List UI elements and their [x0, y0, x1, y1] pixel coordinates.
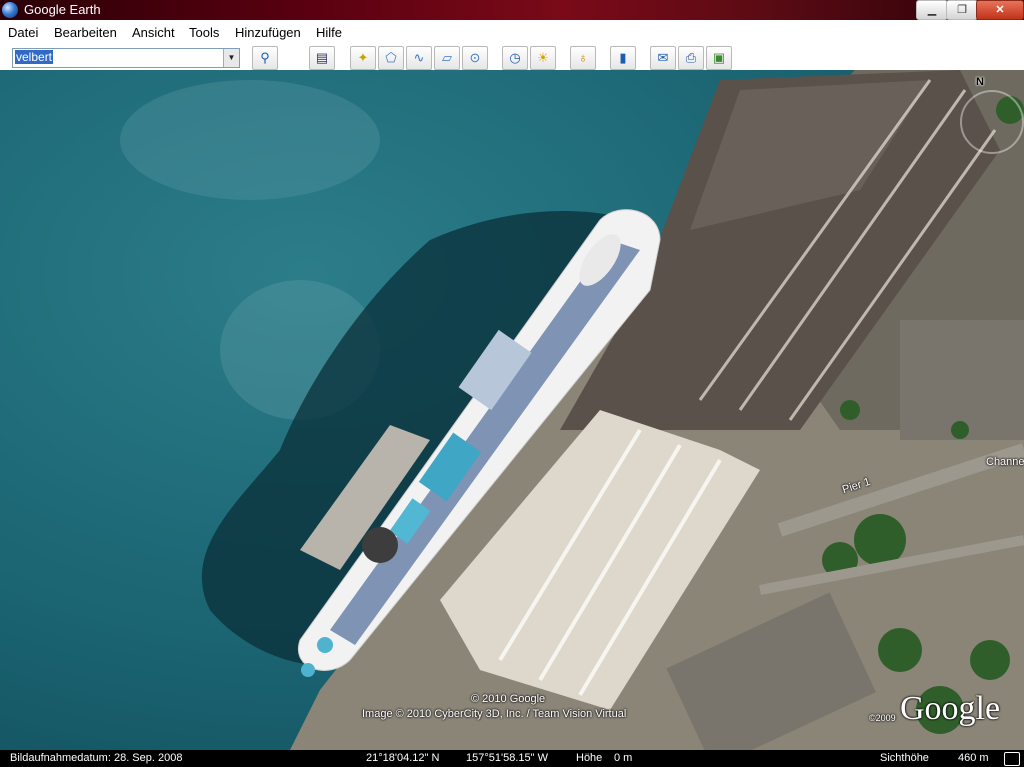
- sidebar-icon: ▤: [315, 50, 329, 65]
- menu-hilfe[interactable]: Hilfe: [316, 25, 342, 40]
- planet-icon: ♁: [578, 50, 588, 65]
- menu-hinzufuegen[interactable]: Hinzufügen: [235, 25, 301, 40]
- menu-tools[interactable]: Tools: [189, 25, 219, 40]
- search-dropdown-arrow[interactable]: ▼: [223, 49, 239, 67]
- latitude-readout: 21°18'04.12" N: [366, 752, 440, 764]
- maximize-button[interactable]: ❐: [946, 0, 978, 20]
- sidebar-toggle-button[interactable]: ▤: [309, 46, 335, 70]
- ruler-button[interactable]: ▮: [610, 46, 636, 70]
- print-button[interactable]: ⎙: [678, 46, 704, 70]
- google-earth-icon: [2, 2, 18, 18]
- streaming-indicator: [1004, 752, 1020, 766]
- ruler-icon: ▮: [619, 50, 627, 65]
- add-placemark-button[interactable]: ✦: [350, 46, 376, 70]
- printer-icon: ⎙: [685, 50, 697, 65]
- toolbar: velbert ▼ ⚲ ▤ ✦ ⬠ ∿ ▱ ⊙ ◷ ☀ ♁ ▮ ✉ ⎙ ▣: [0, 44, 1024, 71]
- search-input[interactable]: velbert ▼: [12, 48, 240, 68]
- magnifier-icon: ⚲: [260, 50, 270, 65]
- sunlight-button[interactable]: ☀: [530, 46, 556, 70]
- menu-bar: Datei Bearbeiten Ansicht Tools Hinzufüge…: [0, 20, 1024, 44]
- imagery-date: Bildaufnahmedatum: 28. Sep. 2008: [10, 752, 183, 764]
- path-icon: ∿: [413, 50, 425, 65]
- window-title: Google Earth: [24, 2, 101, 17]
- image-overlay-icon: ▱: [442, 50, 452, 65]
- historical-imagery-button[interactable]: ◷: [502, 46, 528, 70]
- menu-bearbeiten[interactable]: Bearbeiten: [54, 25, 117, 40]
- map-view[interactable]: N Channe Pier 1 © 2010 Google Image © 20…: [0, 70, 1024, 750]
- eye-altitude-label: Sichthöhe: [880, 752, 929, 764]
- elevation-label: Höhe: [576, 752, 603, 764]
- north-indicator[interactable]: N: [976, 76, 984, 88]
- eye-altitude-value: 460 m: [958, 752, 989, 764]
- minimize-button[interactable]: ▁: [916, 0, 948, 20]
- switch-sky-button[interactable]: ♁: [570, 46, 596, 70]
- close-button[interactable]: ✕: [976, 0, 1024, 20]
- add-polygon-button[interactable]: ⬠: [378, 46, 404, 70]
- menu-ansicht[interactable]: Ansicht: [132, 25, 175, 40]
- longitude-readout: 157°51'58.15" W: [466, 752, 548, 764]
- save-image-button[interactable]: ▣: [706, 46, 732, 70]
- street-label-channel: Channe: [986, 456, 1024, 468]
- copyright-imagery: Image © 2010 CyberCity 3D, Inc. / Team V…: [362, 708, 627, 720]
- placemark-icon: ✦: [357, 50, 369, 65]
- search-value: velbert: [15, 50, 54, 64]
- menu-datei[interactable]: Datei: [8, 25, 38, 40]
- copyright-google: © 2010 Google: [471, 693, 546, 705]
- picture-icon: ▣: [712, 50, 726, 65]
- add-path-button[interactable]: ∿: [406, 46, 432, 70]
- envelope-icon: ✉: [657, 50, 669, 65]
- email-button[interactable]: ✉: [650, 46, 676, 70]
- add-image-overlay-button[interactable]: ▱: [434, 46, 460, 70]
- logo-year: ©2009: [869, 713, 896, 723]
- satellite-imagery: [0, 70, 1024, 750]
- google-logo: Google: [900, 690, 1001, 727]
- clock-icon: ◷: [509, 50, 521, 65]
- title-bar: Google Earth ▁ ❐ ✕: [0, 0, 1024, 20]
- sun-icon: ☀: [537, 50, 549, 65]
- polygon-icon: ⬠: [385, 50, 397, 65]
- elevation-value: 0 m: [614, 752, 633, 764]
- navigation-compass[interactable]: [960, 90, 1024, 154]
- search-button[interactable]: ⚲: [252, 46, 278, 70]
- record-tour-button[interactable]: ⊙: [462, 46, 488, 70]
- status-bar: Bildaufnahmedatum: 28. Sep. 2008 21°18'0…: [0, 750, 1024, 767]
- record-tour-icon: ⊙: [469, 50, 481, 65]
